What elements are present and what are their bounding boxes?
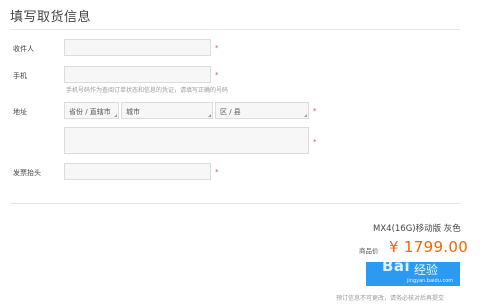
page-title: 填写取货信息 <box>10 10 92 25</box>
address-required-mark: * <box>313 107 317 115</box>
address-detail-input[interactable] <box>64 127 309 154</box>
product-name: MX4(16G)移动版 灰色 <box>373 224 461 234</box>
price-label: 商品价 <box>359 247 379 255</box>
invoice-required-mark: * <box>215 168 219 176</box>
jingyan-watermark: 经验 <box>414 263 439 277</box>
phone-hint: 手机号码作为查阅订单状态和信息的凭证，请填写正确的号码 <box>66 87 229 94</box>
recipient-required-mark: * <box>215 44 219 52</box>
section-divider <box>10 203 460 204</box>
district-select[interactable]: 区 / 县 <box>215 102 309 119</box>
recipient-input[interactable] <box>64 39 211 56</box>
province-select[interactable]: 省份 / 直辖市 <box>64 102 119 119</box>
title-divider <box>10 29 460 30</box>
baidu-watermark: Bai <box>382 257 411 275</box>
city-select[interactable]: 城市 <box>121 102 213 119</box>
phone-input[interactable] <box>64 66 211 83</box>
price-value: ¥ 1799.00 <box>389 238 469 256</box>
invoice-title-input[interactable] <box>64 163 211 180</box>
watermark-url: jingyan.baidu.com <box>407 278 454 284</box>
address-label: 地址 <box>13 108 27 116</box>
order-note: 预订信息不可更改，请务必核对后再提交 <box>336 295 445 302</box>
recipient-label: 收件人 <box>13 45 34 53</box>
invoice-label: 发票抬头 <box>13 169 41 177</box>
phone-label: 手机 <box>13 72 27 80</box>
address-detail-required-mark: * <box>313 138 317 146</box>
phone-required-mark: * <box>215 71 219 79</box>
